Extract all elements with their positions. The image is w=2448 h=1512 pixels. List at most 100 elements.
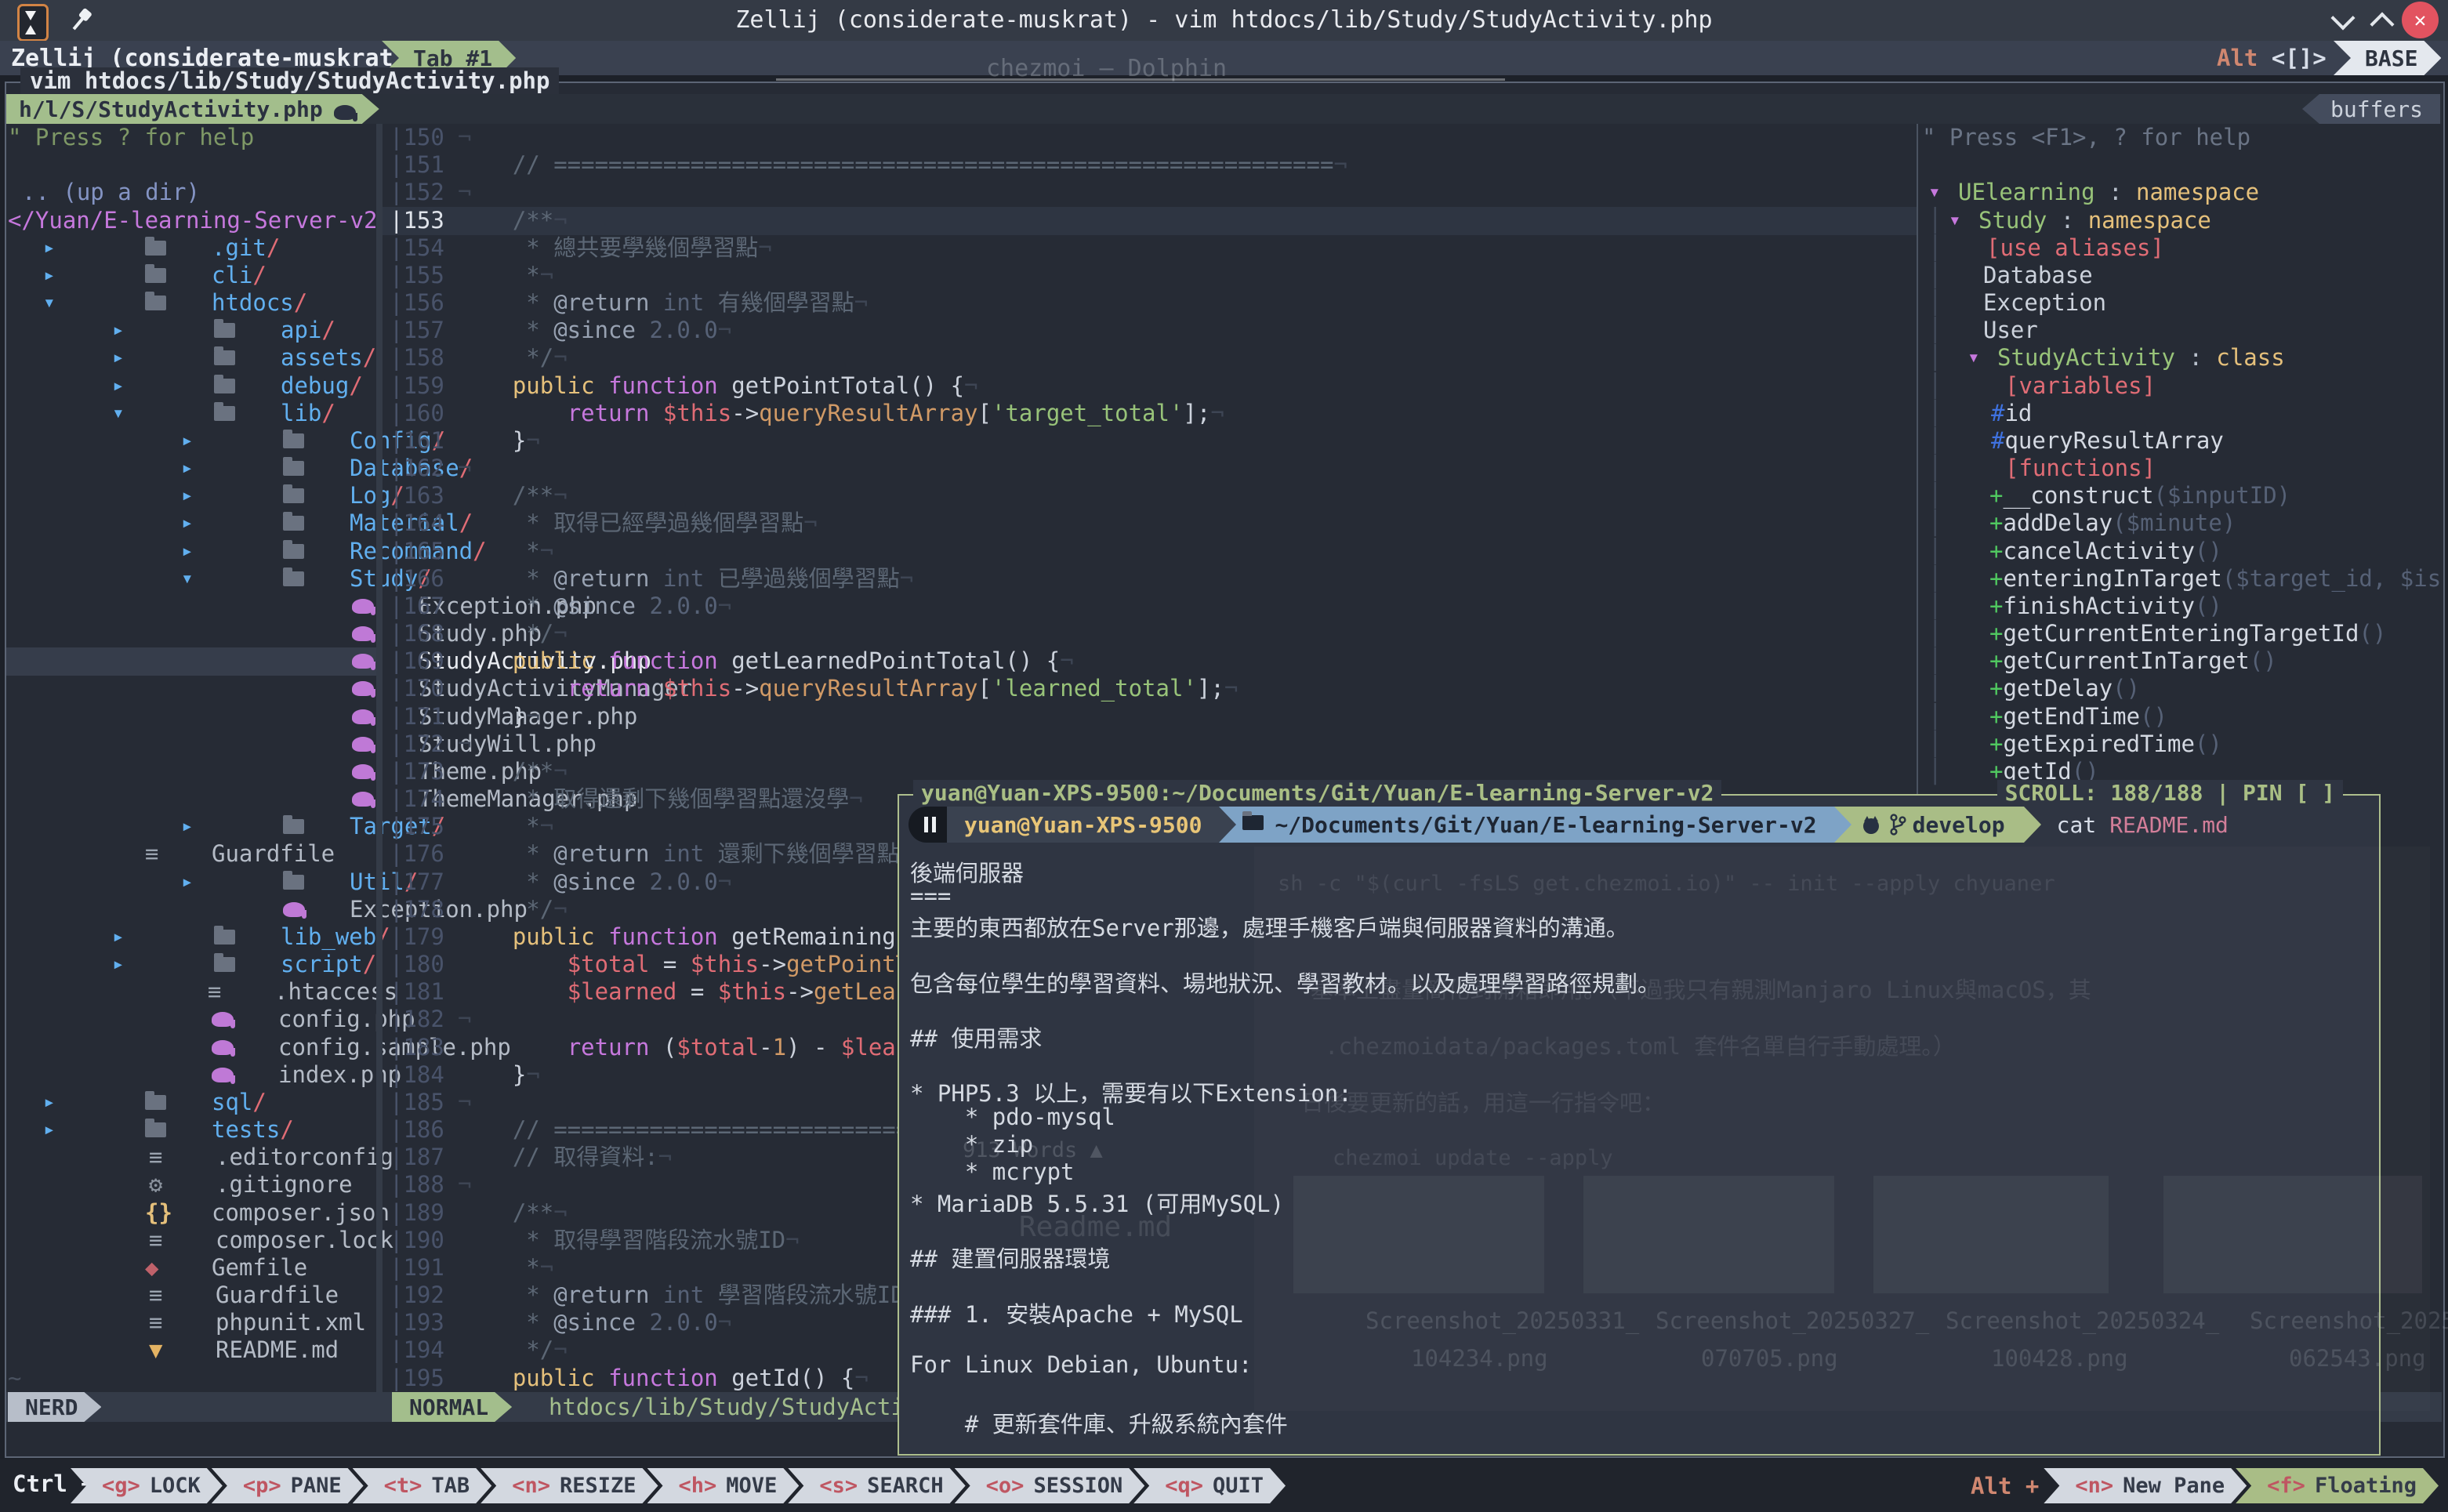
tag-row[interactable]: ▾UElearning : namespace (1918, 179, 2440, 207)
chevron-right-icon[interactable]: ▸ (112, 317, 125, 344)
fold-arrow-icon[interactable]: ▾ (1928, 179, 1941, 206)
nerdtree-pane[interactable]: " Press ? for help .. (up a dir)</Yuan/E-… (6, 124, 376, 1392)
chevron-down-icon[interactable]: ▾ (43, 289, 56, 317)
tree-item[interactable]: Exception.php (6, 896, 376, 924)
chevron-right-icon[interactable]: ▸ (112, 923, 125, 951)
tag-row[interactable]: │User (1918, 317, 2440, 345)
tree-item[interactable]: StudyManager.php (6, 703, 376, 731)
tree-item[interactable]: Study.php (6, 620, 376, 648)
tree-item[interactable]: ~ (6, 1365, 376, 1393)
tag-row[interactable]: │Database (1918, 262, 2440, 290)
tree-item[interactable]: ▸Database/ (6, 455, 376, 483)
tree-item[interactable]: ⚙.gitignore (6, 1171, 376, 1199)
tree-item[interactable]: ▸tests/ (6, 1116, 376, 1144)
chevron-right-icon[interactable]: ▸ (112, 951, 125, 978)
tree-item[interactable]: ▸api/ (6, 317, 376, 345)
chevron-right-icon[interactable]: ▸ (43, 1089, 56, 1116)
tree-item[interactable]: ≡Guardfile (6, 840, 376, 868)
tag-row[interactable]: │+getExpiredTime() (1918, 731, 2440, 759)
nerdtree-separator[interactable] (376, 124, 383, 1392)
tree-item[interactable]: ▸Target/ (6, 813, 376, 841)
tree-item[interactable]: {}composer.json (6, 1199, 376, 1227)
tree-item[interactable]: ▸debug/ (6, 372, 376, 401)
keybind-tab[interactable]: <t>TAB (353, 1468, 492, 1503)
keybind-session[interactable]: <o>SESSION (955, 1468, 1145, 1503)
tree-item[interactable]: StudyActivity.php (6, 647, 376, 676)
keybind-floating[interactable]: <f>Floating (2236, 1468, 2439, 1503)
tree-item[interactable]: ≡composer.lock (6, 1227, 376, 1255)
tag-row[interactable]: │+finishActivity() (1918, 593, 2440, 621)
keybind-new-pane[interactable]: <n>New Pane (2044, 1468, 2247, 1503)
tree-item[interactable]: .. (up a dir) (6, 179, 376, 207)
tag-row[interactable]: │+getCurrentEnteringTargetId() (1918, 620, 2440, 648)
buffers-tab[interactable]: buffers (2302, 94, 2440, 124)
tree-item[interactable]: " Press ? for help (6, 124, 376, 152)
tree-item[interactable]: ◆Gemfile (6, 1254, 376, 1282)
tag-row[interactable]: │+getEndTime() (1918, 703, 2440, 731)
tag-row[interactable]: │+cancelActivity() (1918, 538, 2440, 566)
chevron-right-icon[interactable]: ▸ (112, 344, 125, 372)
keybind-pane[interactable]: <p>PANE (212, 1468, 364, 1503)
tree-item[interactable]: ▸assets/ (6, 344, 376, 372)
tag-row[interactable]: │▾Study : namespace (1918, 207, 2440, 235)
tree-item[interactable]: ▼README.md (6, 1336, 376, 1365)
tag-row[interactable]: │+addDelay($minute) (1918, 509, 2440, 538)
keybind-quit[interactable]: <q>QUIT (1133, 1468, 1286, 1503)
tree-item[interactable]: Exception.php (6, 593, 376, 621)
chevron-right-icon[interactable]: ▸ (181, 538, 194, 565)
tag-row[interactable]: │#queryResultArray (1918, 427, 2440, 455)
floating-terminal-pane[interactable]: yuan@Yuan-XPS-9500:~/Documents/Git/Yuan/… (898, 794, 2381, 1456)
tree-item[interactable]: ThemeManager.php (6, 785, 376, 814)
tag-row[interactable]: │[functions] (1918, 455, 2440, 483)
chevron-down-icon[interactable]: ▾ (181, 565, 194, 593)
tree-item[interactable]: ≡Guardfile (6, 1282, 376, 1310)
tag-row[interactable]: │#id (1918, 400, 2440, 428)
fold-arrow-icon[interactable]: ▾ (1949, 207, 1961, 234)
tree-item[interactable]: ▸Config/ (6, 427, 376, 455)
tag-row[interactable]: │+__construct($inputID) (1918, 482, 2440, 510)
chevron-right-icon[interactable]: ▸ (181, 482, 194, 509)
tag-row[interactable]: " Press <F1>, ? for help (1918, 124, 2440, 152)
chevron-down-icon[interactable]: ▾ (112, 400, 125, 427)
tree-item[interactable]: ▸Material/ (6, 509, 376, 538)
tree-item[interactable]: ▾Study/ (6, 565, 376, 593)
tree-item[interactable]: </Yuan/E-learning-Server-v2/ (6, 207, 376, 235)
tree-item[interactable]: ▸lib_web/ (6, 923, 376, 952)
tree-item[interactable]: StudyActivityManager (6, 675, 376, 703)
close-button[interactable]: ✕ (2402, 2, 2439, 38)
tag-row[interactable]: │+getDelay() (1918, 675, 2440, 703)
tree-item[interactable]: StudyWill.php (6, 731, 376, 759)
tree-item[interactable]: config.php (6, 1006, 376, 1034)
tree-item[interactable]: ▾lib/ (6, 400, 376, 428)
fold-arrow-icon[interactable]: ▾ (1967, 344, 1980, 372)
tree-item[interactable]: ▸Recommand/ (6, 538, 376, 566)
chevron-right-icon[interactable]: ▸ (43, 1116, 56, 1144)
tag-row[interactable]: │+enteringInTarget($target_id, $is (1918, 565, 2440, 593)
tag-row[interactable]: │▾StudyActivity : class (1918, 344, 2440, 372)
chevron-right-icon[interactable]: ▸ (181, 868, 194, 896)
chevron-right-icon[interactable]: ▸ (181, 427, 194, 455)
tree-item[interactable]: ≡phpunit.xml (6, 1309, 376, 1337)
tree-item[interactable]: ▸Util/ (6, 868, 376, 897)
tree-item[interactable]: ≡.htaccess (6, 978, 376, 1006)
chevron-right-icon[interactable]: ▸ (112, 372, 125, 400)
tree-item[interactable]: ▸cli/ (6, 262, 376, 290)
tree-item[interactable]: ▸.git/ (6, 234, 376, 263)
keybind-move[interactable]: <h>MOVE (647, 1468, 800, 1503)
tag-row[interactable]: │Exception (1918, 289, 2440, 317)
buffer-tab[interactable]: h/l/S/StudyActivity.php (6, 94, 379, 124)
chevron-right-icon[interactable]: ▸ (43, 262, 56, 289)
chevron-right-icon[interactable]: ▸ (43, 234, 56, 262)
keybind-lock[interactable]: <g>LOCK (71, 1468, 223, 1503)
tree-item[interactable]: config.sample.php (6, 1034, 376, 1062)
chevron-right-icon[interactable]: ▸ (181, 455, 194, 482)
tree-item[interactable]: index.php (6, 1061, 376, 1090)
tree-item[interactable]: ▸sql/ (6, 1089, 376, 1117)
keybind-search[interactable]: <s>SEARCH (788, 1468, 965, 1503)
tag-row[interactable]: │[variables] (1918, 372, 2440, 401)
keybind-resize[interactable]: <n>RESIZE (481, 1468, 658, 1503)
chevron-right-icon[interactable]: ▸ (181, 813, 194, 840)
tag-row[interactable]: │[use aliases] (1918, 234, 2440, 263)
tree-item[interactable]: ▾htdocs/ (6, 289, 376, 317)
tree-item[interactable]: ▸script/ (6, 951, 376, 979)
